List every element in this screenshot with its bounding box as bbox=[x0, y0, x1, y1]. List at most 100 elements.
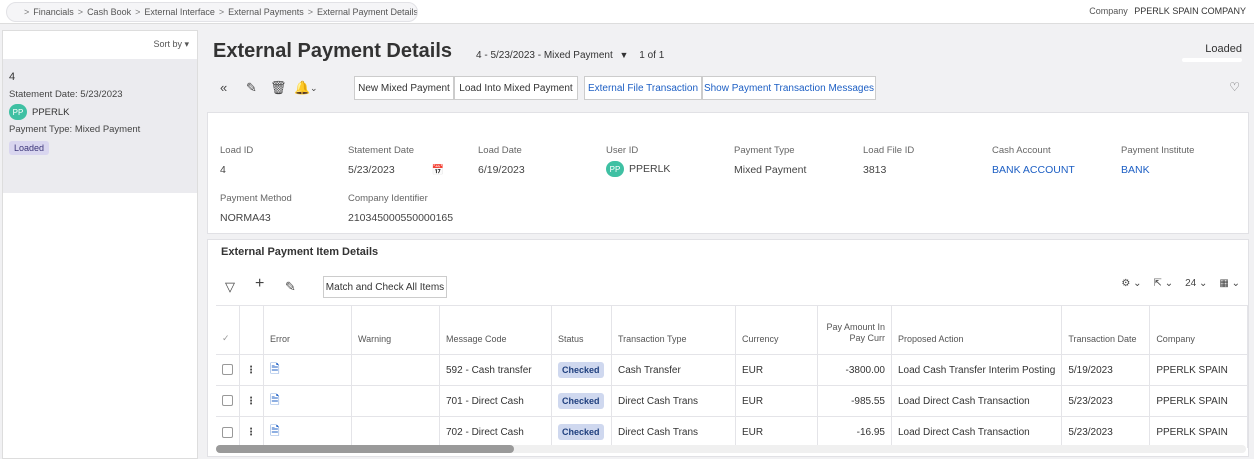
column-header[interactable]: Status bbox=[551, 305, 612, 355]
document-icon[interactable]: 🗎 bbox=[270, 393, 280, 407]
table-row[interactable]: ⋮ 🗎 592 - Cash transfer Checked Cash Tra… bbox=[216, 354, 1248, 386]
proposed-action-cell: Load Cash Transfer Interim Posting bbox=[891, 354, 1063, 386]
currency-link[interactable]: EUR bbox=[735, 385, 818, 417]
favorite-heart-icon[interactable]: ♡ bbox=[1229, 80, 1240, 94]
row-menu[interactable]: ⋮ bbox=[239, 385, 264, 417]
list-item-statement-date: Statement Date: 5/23/2023 bbox=[9, 89, 123, 100]
add-icon[interactable]: + bbox=[255, 275, 264, 293]
payment-institute-link[interactable]: BANK bbox=[1121, 164, 1194, 176]
calendar-icon[interactable]: 📅 bbox=[432, 165, 444, 176]
cash-account-link[interactable]: BANK ACCOUNT bbox=[992, 164, 1075, 176]
amount-cell: -3800.00 bbox=[817, 354, 892, 386]
bell-icon[interactable]: 🔔 bbox=[294, 80, 310, 96]
select-all-column[interactable]: ✓ bbox=[216, 305, 240, 355]
message-code-cell: 701 - Direct Cash bbox=[439, 385, 552, 417]
field-value[interactable]: 5/23/2023 📅 bbox=[348, 164, 444, 176]
error-cell[interactable]: 🗎 bbox=[263, 385, 352, 417]
statement-date-value: 5/23/2023 bbox=[348, 164, 395, 176]
field-payment-type: Payment Type Mixed Payment bbox=[734, 145, 806, 176]
row-menu[interactable]: ⋮ bbox=[239, 416, 264, 448]
column-header[interactable]: Company bbox=[1149, 305, 1248, 355]
checkmark-icon[interactable]: ✓ bbox=[222, 333, 230, 343]
export-icon[interactable]: ⇱ ⌄ bbox=[1154, 278, 1174, 289]
edit-icon[interactable]: ✎ bbox=[285, 279, 296, 295]
status-badge: Loaded bbox=[9, 141, 50, 155]
external-file-transaction-button[interactable]: External File Transaction bbox=[584, 76, 702, 100]
column-header[interactable]: Pay Amount In Pay Curr bbox=[817, 305, 892, 355]
table-view-icon[interactable]: ▦ ⌄ bbox=[1219, 278, 1240, 289]
field-cash-account[interactable]: Cash Account BANK ACCOUNT bbox=[992, 145, 1075, 176]
table-row[interactable]: ⋮ 🗎 701 - Direct Cash Checked Direct Cas… bbox=[216, 385, 1248, 417]
column-header[interactable]: Warning bbox=[351, 305, 440, 355]
field-load-id: Load ID 4 bbox=[220, 145, 253, 176]
show-payment-transaction-messages-button[interactable]: Show Payment Transaction Messages bbox=[702, 76, 876, 100]
row-menu[interactable]: ⋮ bbox=[239, 354, 264, 386]
checkbox[interactable] bbox=[222, 364, 233, 376]
column-header[interactable]: Transaction Type bbox=[611, 305, 736, 355]
field-payment-institute[interactable]: Payment Institute BANK bbox=[1121, 145, 1194, 176]
page-size-selector[interactable]: 24 ⌄ bbox=[1185, 278, 1207, 289]
sort-by-dropdown[interactable]: Sort by ▾ bbox=[153, 39, 189, 50]
status-badge: Checked bbox=[558, 392, 604, 409]
field-value: 4 bbox=[220, 164, 226, 176]
chevron-down-icon[interactable]: ⌄ bbox=[310, 83, 318, 94]
record-selector[interactable]: 4 - 5/23/2023 - Mixed Payment ▼ 1 of 1 bbox=[476, 50, 664, 61]
kebab-menu-icon[interactable]: ⋮ bbox=[246, 427, 256, 438]
kebab-menu-icon[interactable]: ⋮ bbox=[246, 365, 256, 376]
new-mixed-payment-button[interactable]: New Mixed Payment bbox=[354, 76, 454, 100]
error-cell[interactable]: 🗎 bbox=[263, 416, 352, 448]
avatar: PP bbox=[606, 161, 624, 177]
field-label: Company Identifier bbox=[348, 193, 428, 204]
document-icon[interactable]: 🗎 bbox=[270, 424, 280, 438]
load-into-mixed-payment-button[interactable]: Load Into Mixed Payment bbox=[454, 76, 578, 100]
checkbox[interactable] bbox=[222, 426, 233, 438]
currency-link[interactable]: EUR bbox=[735, 416, 818, 448]
breadcrumb-item[interactable]: Cash Book bbox=[87, 7, 131, 17]
scrollbar-thumb[interactable] bbox=[216, 445, 514, 453]
currency-link[interactable]: EUR bbox=[735, 354, 818, 386]
delete-icon[interactable]: 🗑 bbox=[270, 80, 287, 96]
table-header-row: ✓ Error Warning Message Code Status Tran… bbox=[216, 305, 1248, 355]
column-header[interactable]: Error bbox=[263, 305, 352, 355]
row-checkbox[interactable] bbox=[216, 354, 240, 386]
match-and-check-all-items-button[interactable]: Match and Check All Items bbox=[323, 276, 447, 298]
details-card: Load ID 4 Statement Date 5/23/2023 📅 Loa… bbox=[207, 112, 1249, 234]
column-header[interactable]: Proposed Action bbox=[891, 305, 1063, 355]
proposed-action-cell: Load Direct Cash Transaction bbox=[891, 416, 1063, 448]
warning-cell bbox=[351, 416, 440, 448]
list-item-user-name: PPERLK bbox=[32, 106, 70, 118]
company-indicator[interactable]: Company PPERLK SPAIN COMPANY bbox=[1089, 6, 1246, 16]
settings-gear-icon[interactable]: ⚙ ⌄ bbox=[1121, 278, 1141, 289]
column-header[interactable]: Transaction Date bbox=[1061, 305, 1151, 355]
edit-icon[interactable]: ✎ bbox=[246, 80, 257, 96]
breadcrumb-item[interactable]: External Payments bbox=[228, 7, 304, 17]
document-icon[interactable]: 🗎 bbox=[270, 362, 280, 376]
page-size-value: 24 bbox=[1185, 278, 1197, 289]
proposed-action-cell: Load Direct Cash Transaction bbox=[891, 385, 1063, 417]
field-statement-date[interactable]: Statement Date 5/23/2023 📅 bbox=[348, 145, 444, 176]
breadcrumb-item[interactable]: External Interface bbox=[144, 7, 215, 17]
field-label: Load File ID bbox=[863, 145, 915, 156]
kebab-menu-icon[interactable]: ⋮ bbox=[246, 396, 256, 407]
amount-cell: -985.55 bbox=[817, 385, 892, 417]
filter-icon[interactable]: ▽ bbox=[225, 279, 235, 295]
column-header[interactable]: Message Code bbox=[439, 305, 552, 355]
collapse-left-icon[interactable]: « bbox=[220, 80, 227, 95]
row-checkbox[interactable] bbox=[216, 416, 240, 448]
transaction-date-cell: 5/23/2023 bbox=[1061, 385, 1151, 417]
checkbox[interactable] bbox=[222, 395, 233, 407]
table-row[interactable]: ⋮ 🗎 702 - Direct Cash Checked Direct Cas… bbox=[216, 416, 1248, 448]
chevron-right-icon: > bbox=[218, 7, 225, 17]
row-checkbox[interactable] bbox=[216, 385, 240, 417]
column-header[interactable]: Currency bbox=[735, 305, 818, 355]
field-company-identifier: Company Identifier 210345000550000165 bbox=[348, 193, 453, 224]
horizontal-scrollbar[interactable] bbox=[216, 445, 1246, 453]
field-label: Payment Institute bbox=[1121, 145, 1195, 156]
row-menu-column bbox=[239, 305, 264, 355]
sort-by-label: Sort by bbox=[153, 39, 182, 49]
error-cell[interactable]: 🗎 bbox=[263, 354, 352, 386]
breadcrumb-item[interactable]: Financials bbox=[33, 7, 74, 17]
list-item[interactable]: 4 Statement Date: 5/23/2023 PP PPERLK Pa… bbox=[3, 59, 197, 193]
avatar: PP bbox=[9, 104, 27, 120]
status-cell: Checked bbox=[551, 385, 612, 417]
